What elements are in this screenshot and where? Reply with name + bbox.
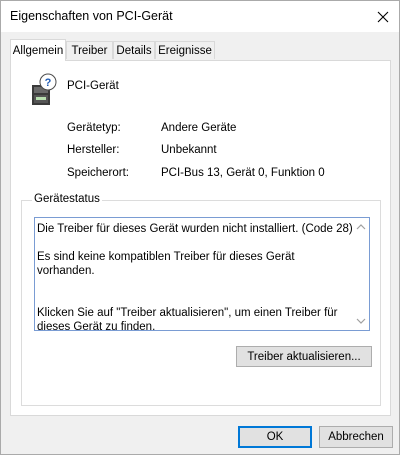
window-title: Eigenschaften von PCI-Gerät: [10, 9, 173, 23]
tab-allgemein[interactable]: Allgemein: [10, 39, 66, 61]
cancel-label: Abbrechen: [328, 431, 384, 443]
device-name: PCI-Gerät: [67, 80, 119, 92]
tab-ereignisse[interactable]: Ereignisse: [155, 41, 215, 59]
tab-treiber[interactable]: Treiber: [66, 41, 113, 59]
update-driver-label: Treiber aktualisieren...: [247, 350, 361, 363]
status-line-1: Die Treiber für dieses Gerät wurden nich…: [37, 223, 353, 235]
update-driver-button[interactable]: Treiber aktualisieren...: [236, 346, 372, 367]
cancel-button[interactable]: Abbrechen: [319, 426, 393, 448]
scroll-down-icon[interactable]: [355, 316, 367, 326]
close-button[interactable]: [367, 1, 399, 32]
ok-label: OK: [266, 431, 284, 443]
tab-details[interactable]: Details: [113, 41, 155, 59]
tab-label: Details: [116, 44, 152, 57]
location-value: PCI-Bus 13, Gerät 0, Funktion 0: [161, 167, 325, 179]
location-label: Speicherort:: [67, 167, 130, 179]
device-status-title: Gerätestatus: [32, 193, 102, 205]
title-bar[interactable]: Eigenschaften von PCI-Gerät: [1, 1, 399, 32]
status-line-3: Klicken Sie auf "Treiber aktualisieren",…: [37, 307, 338, 333]
device-type-label: Gerätetyp:: [67, 122, 121, 134]
svg-text:?: ?: [45, 77, 52, 89]
status-line-2: Es sind keine kompatiblen Treiber für di…: [37, 251, 295, 277]
scroll-up-icon[interactable]: [355, 222, 367, 232]
tab-label: Treiber: [71, 44, 108, 57]
unknown-device-icon: ?: [32, 73, 57, 105]
status-text: Die Treiber für dieses Gerät wurden nich…: [37, 222, 353, 348]
device-status-group: Gerätestatus Die Treiber für dieses Gerä…: [21, 193, 381, 406]
device-type-value: Andere Geräte: [161, 122, 237, 134]
device-status-textbox[interactable]: Die Treiber für dieses Gerät wurden nich…: [34, 217, 370, 333]
tab-label: Allgemein: [12, 44, 64, 57]
tab-label: Ereignisse: [158, 44, 212, 57]
ok-button[interactable]: OK: [238, 426, 312, 448]
properties-dialog: Eigenschaften von PCI-Gerät Allgemein Tr…: [0, 0, 400, 455]
manufacturer-value: Unbekannt: [161, 144, 217, 156]
tab-panel-allgemein: ? PCI-Gerät Gerätetyp: Andere Geräte Her…: [10, 60, 391, 416]
manufacturer-label: Hersteller:: [67, 144, 120, 156]
close-icon: [377, 11, 389, 22]
